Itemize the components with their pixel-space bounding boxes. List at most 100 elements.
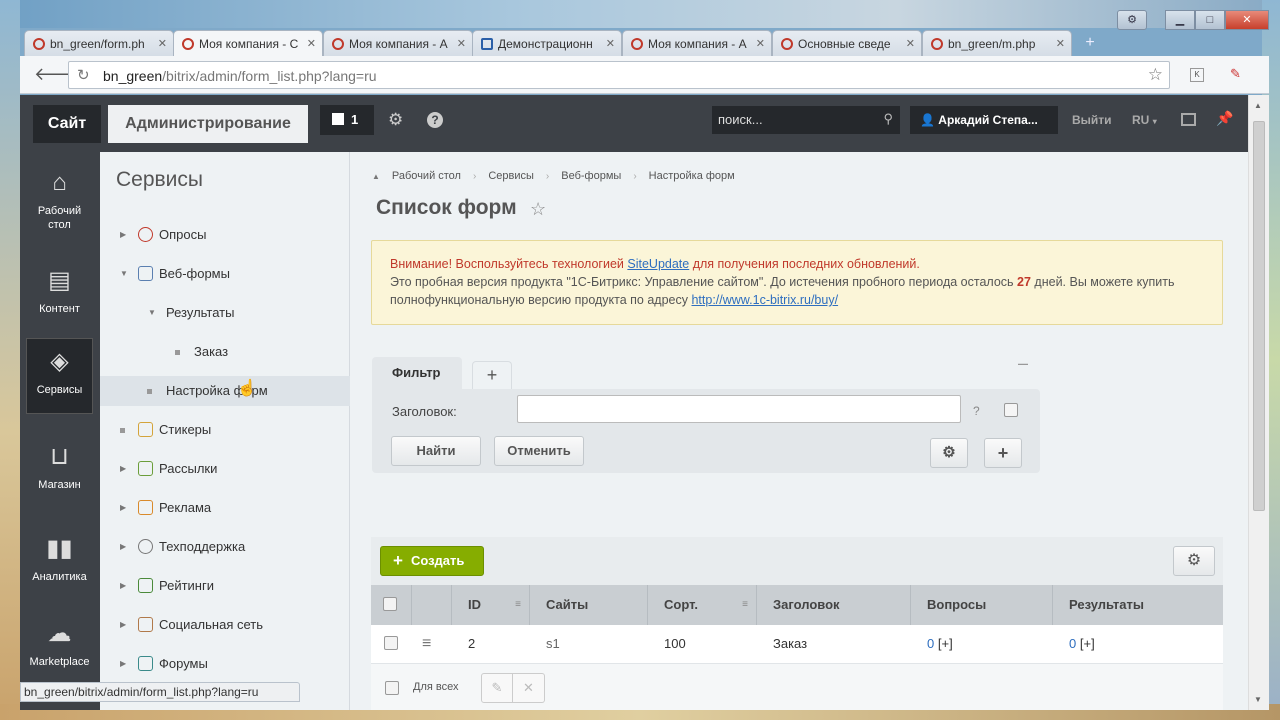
submenu-item-mailings[interactable]: ▶ Рассылки bbox=[100, 454, 350, 484]
submenu-item-support[interactable]: ▶ Техподдержка bbox=[100, 532, 350, 562]
chevron-down-icon[interactable]: ▼ bbox=[120, 259, 128, 289]
edit-pencil-icon[interactable]: ✎ bbox=[481, 673, 513, 703]
browser-tab[interactable]: Моя компания - А ✕ bbox=[622, 30, 772, 56]
chevron-right-icon[interactable]: ▶ bbox=[120, 220, 126, 250]
row-id: 2 bbox=[468, 636, 476, 651]
chevron-right-icon[interactable]: ▶ bbox=[120, 454, 126, 484]
forums-icon bbox=[138, 656, 153, 671]
minimize-button[interactable]: ▁ bbox=[1165, 10, 1195, 30]
row-checkbox[interactable] bbox=[384, 636, 398, 650]
chevron-right-icon[interactable]: ▶ bbox=[120, 532, 126, 562]
select-all-checkbox[interactable] bbox=[383, 597, 397, 611]
submenu-item-forums[interactable]: ▶ Форумы bbox=[100, 649, 350, 679]
close-tab-icon[interactable]: ✕ bbox=[457, 37, 466, 50]
menu-item-desktop[interactable]: ⌂ Рабочий стол bbox=[26, 160, 93, 236]
row-menu-icon[interactable]: ≡ bbox=[406, 625, 431, 663]
menu-item-shop[interactable]: ⊔ Магазин bbox=[26, 434, 93, 510]
chevron-right-icon[interactable]: ▶ bbox=[120, 571, 126, 601]
browser-tab-active[interactable]: Моя компания - С ✕ bbox=[173, 30, 323, 56]
menu-item-marketplace[interactable]: ☁ Marketplace bbox=[26, 611, 93, 687]
grid-settings-button[interactable]: ⚙ bbox=[1173, 546, 1215, 576]
bitrix-favicon-icon bbox=[631, 37, 643, 50]
polls-icon bbox=[138, 227, 153, 242]
scrollbar-thumb[interactable] bbox=[1253, 121, 1265, 511]
close-tab-icon[interactable]: ✕ bbox=[307, 37, 316, 50]
for-all-label: Для всех bbox=[413, 681, 459, 693]
close-window-button[interactable]: ✕ bbox=[1225, 10, 1269, 30]
window-controls: ⚙ ▁ □ ✕ bbox=[1117, 10, 1269, 30]
chevron-right-icon[interactable]: ▶ bbox=[120, 610, 126, 640]
administration-button[interactable]: Администрирование bbox=[108, 105, 308, 143]
drag-handle-icon[interactable]: ≡ bbox=[515, 585, 521, 625]
submenu-item-social-network[interactable]: ▶ Социальная сеть bbox=[100, 610, 350, 640]
submenu-item-advertising[interactable]: ▶ Реклама bbox=[100, 493, 350, 523]
close-tab-icon[interactable]: ✕ bbox=[158, 37, 167, 50]
browser-tab[interactable]: Демонстрационн ✕ bbox=[472, 30, 622, 56]
close-tab-icon[interactable]: ✕ bbox=[906, 37, 915, 50]
close-tab-icon[interactable]: ✕ bbox=[1056, 37, 1065, 50]
table-row[interactable]: ≡ 2 s1 100 Заказ 0 [+] 0 [+] bbox=[371, 625, 1223, 663]
column-header-id[interactable]: ID ≡ bbox=[452, 585, 530, 625]
scroll-up-arrow-icon[interactable]: ▲ bbox=[1254, 101, 1262, 110]
new-tab-button[interactable]: + bbox=[1078, 34, 1102, 52]
submenu-item-stickers[interactable]: Стикеры bbox=[100, 415, 350, 445]
bitrix-favicon-icon bbox=[332, 37, 344, 50]
page-favicon-icon bbox=[481, 37, 493, 50]
questions-count-link[interactable]: 0 bbox=[927, 636, 934, 651]
submenu-item-form-settings[interactable]: Настройка форм bbox=[100, 376, 350, 406]
chevron-right-icon[interactable]: ▶ bbox=[120, 493, 126, 523]
row-results: 0 [+] bbox=[1053, 625, 1095, 663]
stickers-icon bbox=[138, 422, 153, 437]
close-tab-icon[interactable]: ✕ bbox=[756, 37, 765, 50]
row-sites: s1 bbox=[546, 636, 560, 651]
column-header-title[interactable]: Заголовок bbox=[757, 585, 911, 625]
submenu-item-polls[interactable]: ▶ Опросы bbox=[100, 220, 350, 250]
gear-icon[interactable]: ⚙ bbox=[1117, 10, 1147, 30]
create-button[interactable]: + Создать bbox=[380, 546, 484, 576]
browser-tab[interactable]: Основные сведе ✕ bbox=[772, 30, 922, 56]
mouse-cursor-icon: ☝ bbox=[237, 380, 257, 397]
bitrix-favicon-icon bbox=[33, 37, 45, 50]
submenu-item-order[interactable]: Заказ bbox=[100, 337, 350, 367]
bullet-icon bbox=[120, 428, 125, 433]
extension-icon[interactable]: K bbox=[1190, 68, 1204, 82]
for-all-checkbox[interactable] bbox=[385, 681, 399, 695]
scroll-down-arrow-icon[interactable]: ▼ bbox=[1254, 695, 1262, 704]
close-tab-icon[interactable]: ✕ bbox=[606, 37, 615, 50]
menu-item-content[interactable]: ▤ Контент bbox=[26, 258, 93, 334]
services-submenu: Сервисы ▶ Опросы ▼ Веб-формы ▼ Результаты З… bbox=[100, 152, 350, 710]
maximize-button[interactable]: □ bbox=[1195, 10, 1225, 30]
column-header-questions[interactable]: Вопросы bbox=[911, 585, 1053, 625]
column-header-results[interactable]: Результаты bbox=[1053, 585, 1223, 625]
chevron-down-icon[interactable]: ▼ bbox=[148, 298, 156, 328]
browser-tab[interactable]: Моя компания - А ✕ bbox=[323, 30, 473, 56]
bookmark-star-icon[interactable]: ☆ bbox=[1148, 65, 1163, 85]
address-bar[interactable]: ↻ bn_green/bitrix/admin/form_list.php?la… bbox=[68, 61, 1170, 89]
column-header-sites[interactable]: Сайты bbox=[530, 585, 648, 625]
add-result-link[interactable]: [+] bbox=[1080, 636, 1095, 651]
menu-item-analytics[interactable]: ▮▮ Аналитика bbox=[26, 526, 93, 602]
address-url[interactable]: bn_green/bitrix/admin/form_list.php?lang… bbox=[103, 68, 377, 84]
submenu-item-webforms[interactable]: ▼ Веб-формы bbox=[100, 259, 350, 289]
delete-cross-icon[interactable]: ✕ bbox=[513, 673, 545, 703]
add-question-link[interactable]: [+] bbox=[938, 636, 953, 651]
browser-window: bn_green/form.ph ✕ Моя компания - С ✕ Моя … bbox=[20, 10, 1269, 710]
extension-icon[interactable]: ✎ bbox=[1230, 66, 1241, 82]
column-header-sort[interactable]: Сорт. ≡ bbox=[648, 585, 757, 625]
site-button[interactable]: Сайт bbox=[33, 105, 101, 143]
submenu-item-ratings[interactable]: ▶ Рейтинги bbox=[100, 571, 350, 601]
page-scrollbar[interactable]: ▲ ▼ bbox=[1248, 95, 1269, 710]
chevron-right-icon[interactable]: ▶ bbox=[120, 649, 126, 679]
reload-icon[interactable]: ↻ bbox=[77, 66, 90, 84]
submenu-item-results[interactable]: ▼ Результаты bbox=[100, 298, 350, 328]
browser-status-bar: bn_green/bitrix/admin/form_list.php?lang… bbox=[20, 682, 300, 702]
menu-item-services[interactable]: ◈ Сервисы bbox=[26, 338, 93, 414]
actions-column-header bbox=[412, 585, 452, 625]
bar-chart-icon: ▮▮ bbox=[46, 535, 73, 562]
results-count-link[interactable]: 0 bbox=[1069, 636, 1076, 651]
headset-icon bbox=[138, 539, 153, 554]
drag-handle-icon[interactable]: ≡ bbox=[742, 585, 748, 625]
browser-tab[interactable]: bn_green/m.php ✕ bbox=[922, 30, 1072, 56]
browser-tab[interactable]: bn_green/form.ph ✕ bbox=[24, 30, 174, 56]
ratings-icon bbox=[138, 578, 153, 593]
